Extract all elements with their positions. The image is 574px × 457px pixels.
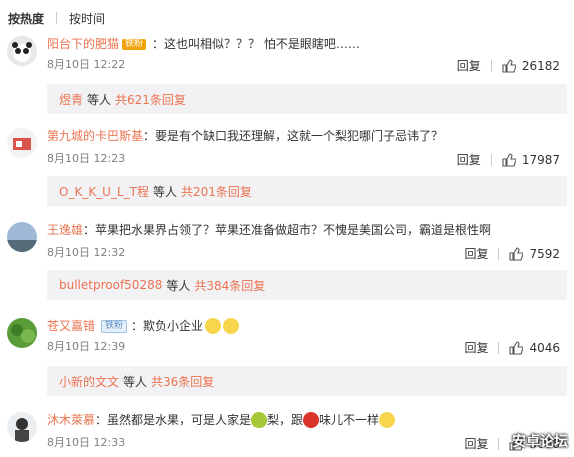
thumbs-up-icon[interactable] [509,340,524,355]
sort-divider [56,12,58,24]
action-divider [498,341,500,354]
comment-time: 8月10日 12:23 [47,152,126,165]
comment-item: 沐木萊慕 ：虽然都是水果，可是人家是 梨，跟 味儿不一样 8月10日 12:33… [0,408,574,457]
comment-item: 第九城的卡巴斯基 ：要是有个缺口我还理解，这就一个梨犯哪门子忌讳了？ 8月10日… [0,126,574,214]
reply-count[interactable]: 共201条回复 [181,183,252,200]
reply-button[interactable]: 回复 [464,339,488,356]
comment-text: ：这也叫相似？？？ 怕不是眼瞎吧…… [152,37,360,51]
laugh-emoji-icon [379,412,396,428]
avatar[interactable] [7,412,37,442]
username[interactable]: 阳台下的肥猫 [47,36,119,52]
like-count: 17987 [521,152,560,167]
replies-summary[interactable]: 煜青 等人 共621条回复 [47,84,567,114]
reply-mid-text: 等人 [87,92,112,107]
avatar[interactable] [7,36,37,66]
avatar[interactable] [7,318,37,348]
comment-item: 苍又嘉错 铁粉 ：欺负小企业 8月10日 12:39 回复 4046 小新的文文… [0,314,574,402]
comment-text: ：欺负小企业 [131,319,204,333]
comment-actions: 回复 17987 [457,151,560,168]
like-count: 7592 [529,246,560,261]
like-count: 26182 [521,58,560,73]
comment-time: 8月10日 12:39 [47,340,126,353]
thumbs-up-icon[interactable] [502,58,516,73]
fan-badge: 铁粉 [122,38,147,50]
username[interactable]: 苍又嘉错 [47,318,95,334]
comment-item: 王逸雄 ：苹果把水果界占领了？苹果还准备做超市？不愧是美国公司，霸道是根性啊 8… [0,220,574,308]
username[interactable]: 第九城的卡巴斯基 [47,128,143,144]
username[interactable]: 沐木萊慕 [47,412,95,428]
reply-button[interactable]: 回复 [464,435,488,452]
like-count: 4046 [529,340,560,355]
comment-actions: 回复 4046 [464,339,560,356]
action-divider [498,247,500,260]
watermark: 安卓论坛 [512,434,568,450]
reply-count[interactable]: 共384条回复 [194,277,265,294]
pear-emoji-icon [251,412,268,428]
comment-time: 8月10日 12:33 [47,436,126,449]
reply-username[interactable]: 小新的文文 [59,373,119,390]
comment-item: 阳台下的肥猫 铁粉 ：这也叫相似？？？ 怕不是眼瞎吧…… 8月10日 12:22… [0,32,574,126]
reply-button[interactable]: 回复 [457,57,481,74]
comment-time: 8月10日 12:22 [47,58,126,71]
smile-emoji-icon [205,318,222,334]
sort-by-time-tab[interactable]: 按时间 [69,10,105,27]
comment-actions: 回复 26182 [457,57,560,74]
comment-text-part: 味儿不一样 [319,413,380,427]
replies-summary[interactable]: 小新的文文 等人 共36条回复 [47,366,567,396]
comment-text-part: ：虽然都是水果，可是人家是 [95,413,252,427]
replies-summary[interactable]: O_K_K_U_L_T程 等人 共201条回复 [47,176,567,206]
action-divider [498,437,500,450]
reply-mid-text: 等人 [152,184,177,199]
thumbs-up-icon[interactable] [502,152,516,167]
reply-username[interactable]: bulletproof50288 [59,278,162,292]
sort-bar: 按热度 按时间 [8,10,105,26]
reply-username[interactable]: 煜青 [59,91,83,108]
reply-username[interactable]: O_K_K_U_L_T程 [59,183,149,200]
reply-count[interactable]: 共621条回复 [115,91,186,108]
reply-button[interactable]: 回复 [464,245,488,262]
avatar[interactable] [7,222,37,252]
reply-mid-text: 等人 [166,278,191,293]
action-divider [490,59,492,72]
sort-by-hot-tab[interactable]: 按热度 [8,10,44,27]
username[interactable]: 王逸雄 [47,222,83,238]
avatar[interactable] [7,128,37,158]
fan-badge: 铁粉 [101,319,128,333]
apple-emoji-icon [303,412,320,428]
thumbs-up-icon[interactable] [509,246,524,261]
replies-summary[interactable]: bulletproof50288 等人 共384条回复 [47,270,567,300]
reply-button[interactable]: 回复 [457,151,481,168]
comment-time: 8月10日 12:32 [47,246,126,259]
comment-text: ：苹果把水果界占领了？苹果还准备做超市？不愧是美国公司，霸道是根性啊 [83,223,492,237]
smile-emoji-icon [223,318,240,334]
comment-actions: 回复 7592 [464,245,560,262]
comment-text: ：要是有个缺口我还理解，这就一个梨犯哪门子忌讳了？ [143,129,444,143]
reply-count[interactable]: 共36条回复 [151,373,214,390]
reply-mid-text: 等人 [123,374,148,389]
action-divider [490,153,492,166]
comment-text-part: 梨，跟 [267,413,304,427]
